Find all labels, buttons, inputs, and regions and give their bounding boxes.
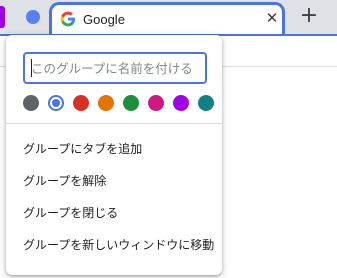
tab-group-editor-dialog: グループにタブを追加 グループを解除 グループを閉じる グループを新しいウィンド…: [6, 35, 222, 275]
color-swatch-cyan[interactable]: [198, 95, 214, 111]
color-swatch-yellow[interactable]: [98, 95, 114, 111]
google-g-icon: [60, 11, 76, 27]
tab-group-edge-indicator: [0, 6, 5, 28]
text-caret: [31, 59, 32, 77]
menu-item-ungroup[interactable]: グループを解除: [6, 168, 222, 194]
color-swatch-pink[interactable]: [148, 95, 164, 111]
tab-group-chip[interactable]: [26, 10, 40, 24]
color-swatch-red[interactable]: [73, 95, 89, 111]
tab-title: Google: [83, 12, 125, 27]
color-swatch-grey[interactable]: [23, 95, 39, 111]
menu-item-add-tab-to-group[interactable]: グループにタブを追加: [6, 136, 222, 162]
group-name-input[interactable]: [23, 52, 207, 84]
menu-item-close-group[interactable]: グループを閉じる: [6, 200, 222, 226]
active-tab[interactable]: Google ✕: [49, 2, 285, 36]
color-swatch-green[interactable]: [123, 95, 139, 111]
close-icon[interactable]: ✕: [262, 8, 282, 28]
menu-separator: [6, 123, 222, 124]
new-tab-button[interactable]: +: [298, 5, 320, 28]
menu-item-move-group-to-new-window[interactable]: グループを新しいウィンドウに移動: [6, 232, 222, 258]
color-swatch-purple[interactable]: [173, 95, 189, 111]
color-swatch-blue[interactable]: [48, 95, 64, 111]
